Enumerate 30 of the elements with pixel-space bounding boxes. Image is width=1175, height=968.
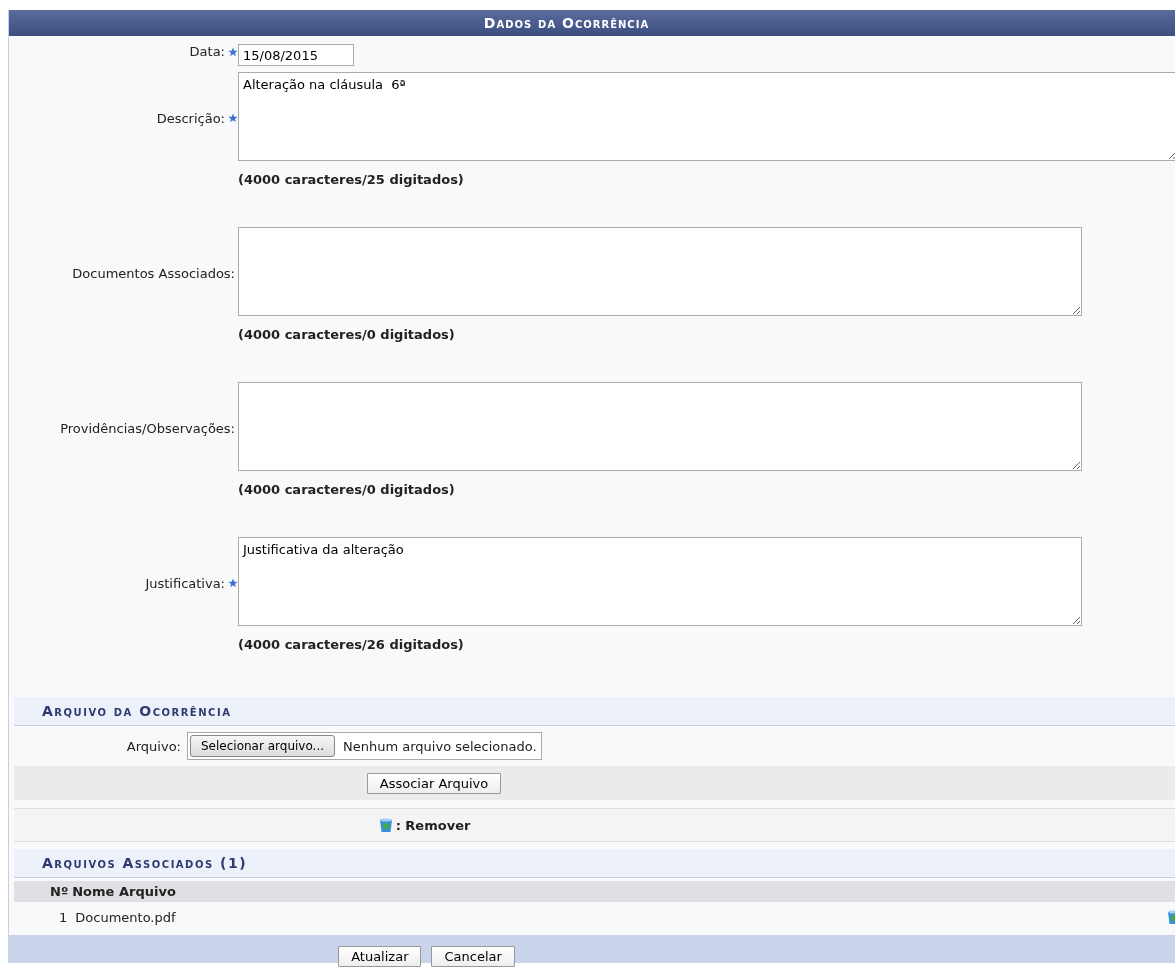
text-area[interactable]: Alteração na cláusula 6ª: [238, 72, 1175, 161]
legend-label: : Remover: [395, 817, 471, 833]
field-label: Providências/Observações:: [60, 420, 235, 436]
field-label: Descrição:: [156, 110, 225, 126]
date-field[interactable]: 15/08/2015: [238, 44, 354, 66]
column-header: Nº: [50, 884, 69, 899]
text-area[interactable]: Justificativa da alteração: [238, 537, 1082, 626]
form-button[interactable]: Cancelar: [431, 946, 515, 967]
form-button[interactable]: Atualizar: [338, 946, 422, 967]
section-title: Arquivo da Ocorrência: [42, 703, 232, 719]
field-label: Documentos Associados:: [72, 265, 235, 281]
field-label: Data:: [189, 44, 225, 59]
column-header: Nome Arquivo: [72, 884, 176, 899]
field-label: Justificativa:: [145, 575, 225, 591]
file-input[interactable]: Selecionar arquivo... Nenhum arquivo selecionado.: [187, 732, 542, 760]
file-status: Nenhum arquivo selecionado.: [343, 738, 538, 754]
choose-file-button[interactable]: Selecionar arquivo...: [190, 735, 335, 757]
section-title: Arquivos Associados (1): [42, 855, 248, 871]
trash-icon: [377, 817, 394, 833]
character-counter: (4000 caracteres/25 digitados): [238, 172, 465, 189]
character-counter: (4000 caracteres/26 digitados): [238, 637, 465, 654]
text-area[interactable]: [238, 227, 1082, 316]
text-area[interactable]: [238, 382, 1082, 471]
field-label: Arquivo:: [125, 738, 182, 754]
associate-file-button[interactable]: Associar Arquivo: [366, 772, 502, 794]
form-title: Dados da Ocorrência: [9, 10, 1175, 36]
character-counter: (4000 caracteres/0 digitados): [238, 327, 456, 344]
table-cell: Documento.pdf: [75, 909, 176, 925]
table-cell: 1: [59, 909, 68, 925]
character-counter: (4000 caracteres/0 digitados): [238, 482, 456, 499]
